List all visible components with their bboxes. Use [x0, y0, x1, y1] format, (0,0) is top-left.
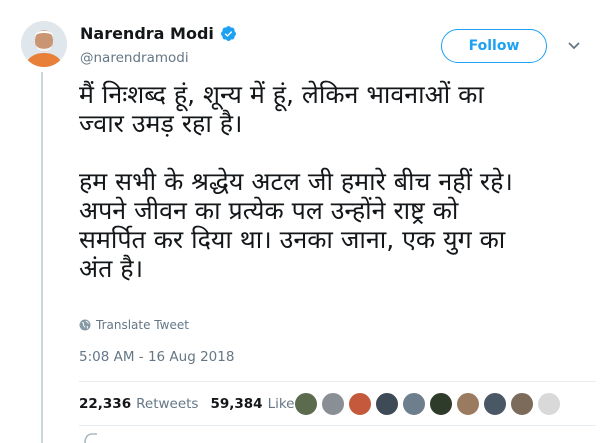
- author-name-row: Narendra Modi: [80, 24, 237, 43]
- verified-badge-icon: [220, 26, 236, 41]
- divider: [79, 425, 596, 426]
- thread-line: [41, 72, 43, 443]
- tweet-line: ज्वार उमड़ रहा है।: [79, 109, 243, 138]
- tweet-line: मैं निःशब्द हूं, शून्य में हूं, लेकिन भा…: [79, 80, 484, 109]
- reply-icon[interactable]: [84, 433, 98, 443]
- globe-icon: [79, 319, 91, 331]
- liker-avatar[interactable]: [510, 392, 534, 416]
- translate-tweet-link[interactable]: Translate Tweet: [79, 318, 189, 332]
- retweets-count: 22,336: [79, 396, 132, 412]
- translate-label[interactable]: Translate Tweet: [96, 318, 189, 332]
- tweet-text: मैं निःशब्द हूं, शून्य में हूं, लेकिन भा…: [79, 80, 604, 283]
- author-handle[interactable]: @narendramodi: [80, 50, 189, 66]
- tweet-line: अपने जीवन का प्रत्येक पल उन्होंने राष्ट्…: [79, 196, 459, 225]
- liker-avatar[interactable]: [483, 392, 507, 416]
- liker-avatar[interactable]: [429, 392, 453, 416]
- liker-avatars: [294, 392, 561, 416]
- tweet-line: समर्पित कर दिया था। उनका जाना, एक युग का: [79, 225, 506, 254]
- retweets-stat[interactable]: 22,336 Retweets: [79, 396, 198, 412]
- retweets-label: Retweets: [136, 396, 199, 412]
- liker-avatar[interactable]: [375, 392, 399, 416]
- likes-stat[interactable]: 59,384 Likes: [210, 396, 301, 412]
- liker-avatar[interactable]: [537, 392, 561, 416]
- likes-count: 59,384: [210, 396, 263, 412]
- tweet-stats: 22,336 Retweets 59,384 Likes: [79, 396, 314, 412]
- liker-avatar[interactable]: [348, 392, 372, 416]
- avatar[interactable]: [21, 21, 67, 67]
- tweet-line: अंत है।: [79, 254, 144, 283]
- liker-avatar[interactable]: [456, 392, 480, 416]
- liker-avatar[interactable]: [402, 392, 426, 416]
- tweet-timestamp[interactable]: 5:08 AM - 16 Aug 2018: [79, 349, 234, 365]
- profile-photo-icon: [21, 21, 67, 67]
- chevron-down-icon[interactable]: [567, 41, 581, 51]
- liker-avatar[interactable]: [294, 392, 318, 416]
- liker-avatar[interactable]: [321, 392, 345, 416]
- divider: [79, 381, 596, 382]
- tweet-line: हम सभी के श्रद्धेय अटल जी हमारे बीच नहीं…: [79, 167, 513, 196]
- follow-button[interactable]: Follow: [441, 29, 547, 63]
- author-name[interactable]: Narendra Modi: [80, 24, 214, 43]
